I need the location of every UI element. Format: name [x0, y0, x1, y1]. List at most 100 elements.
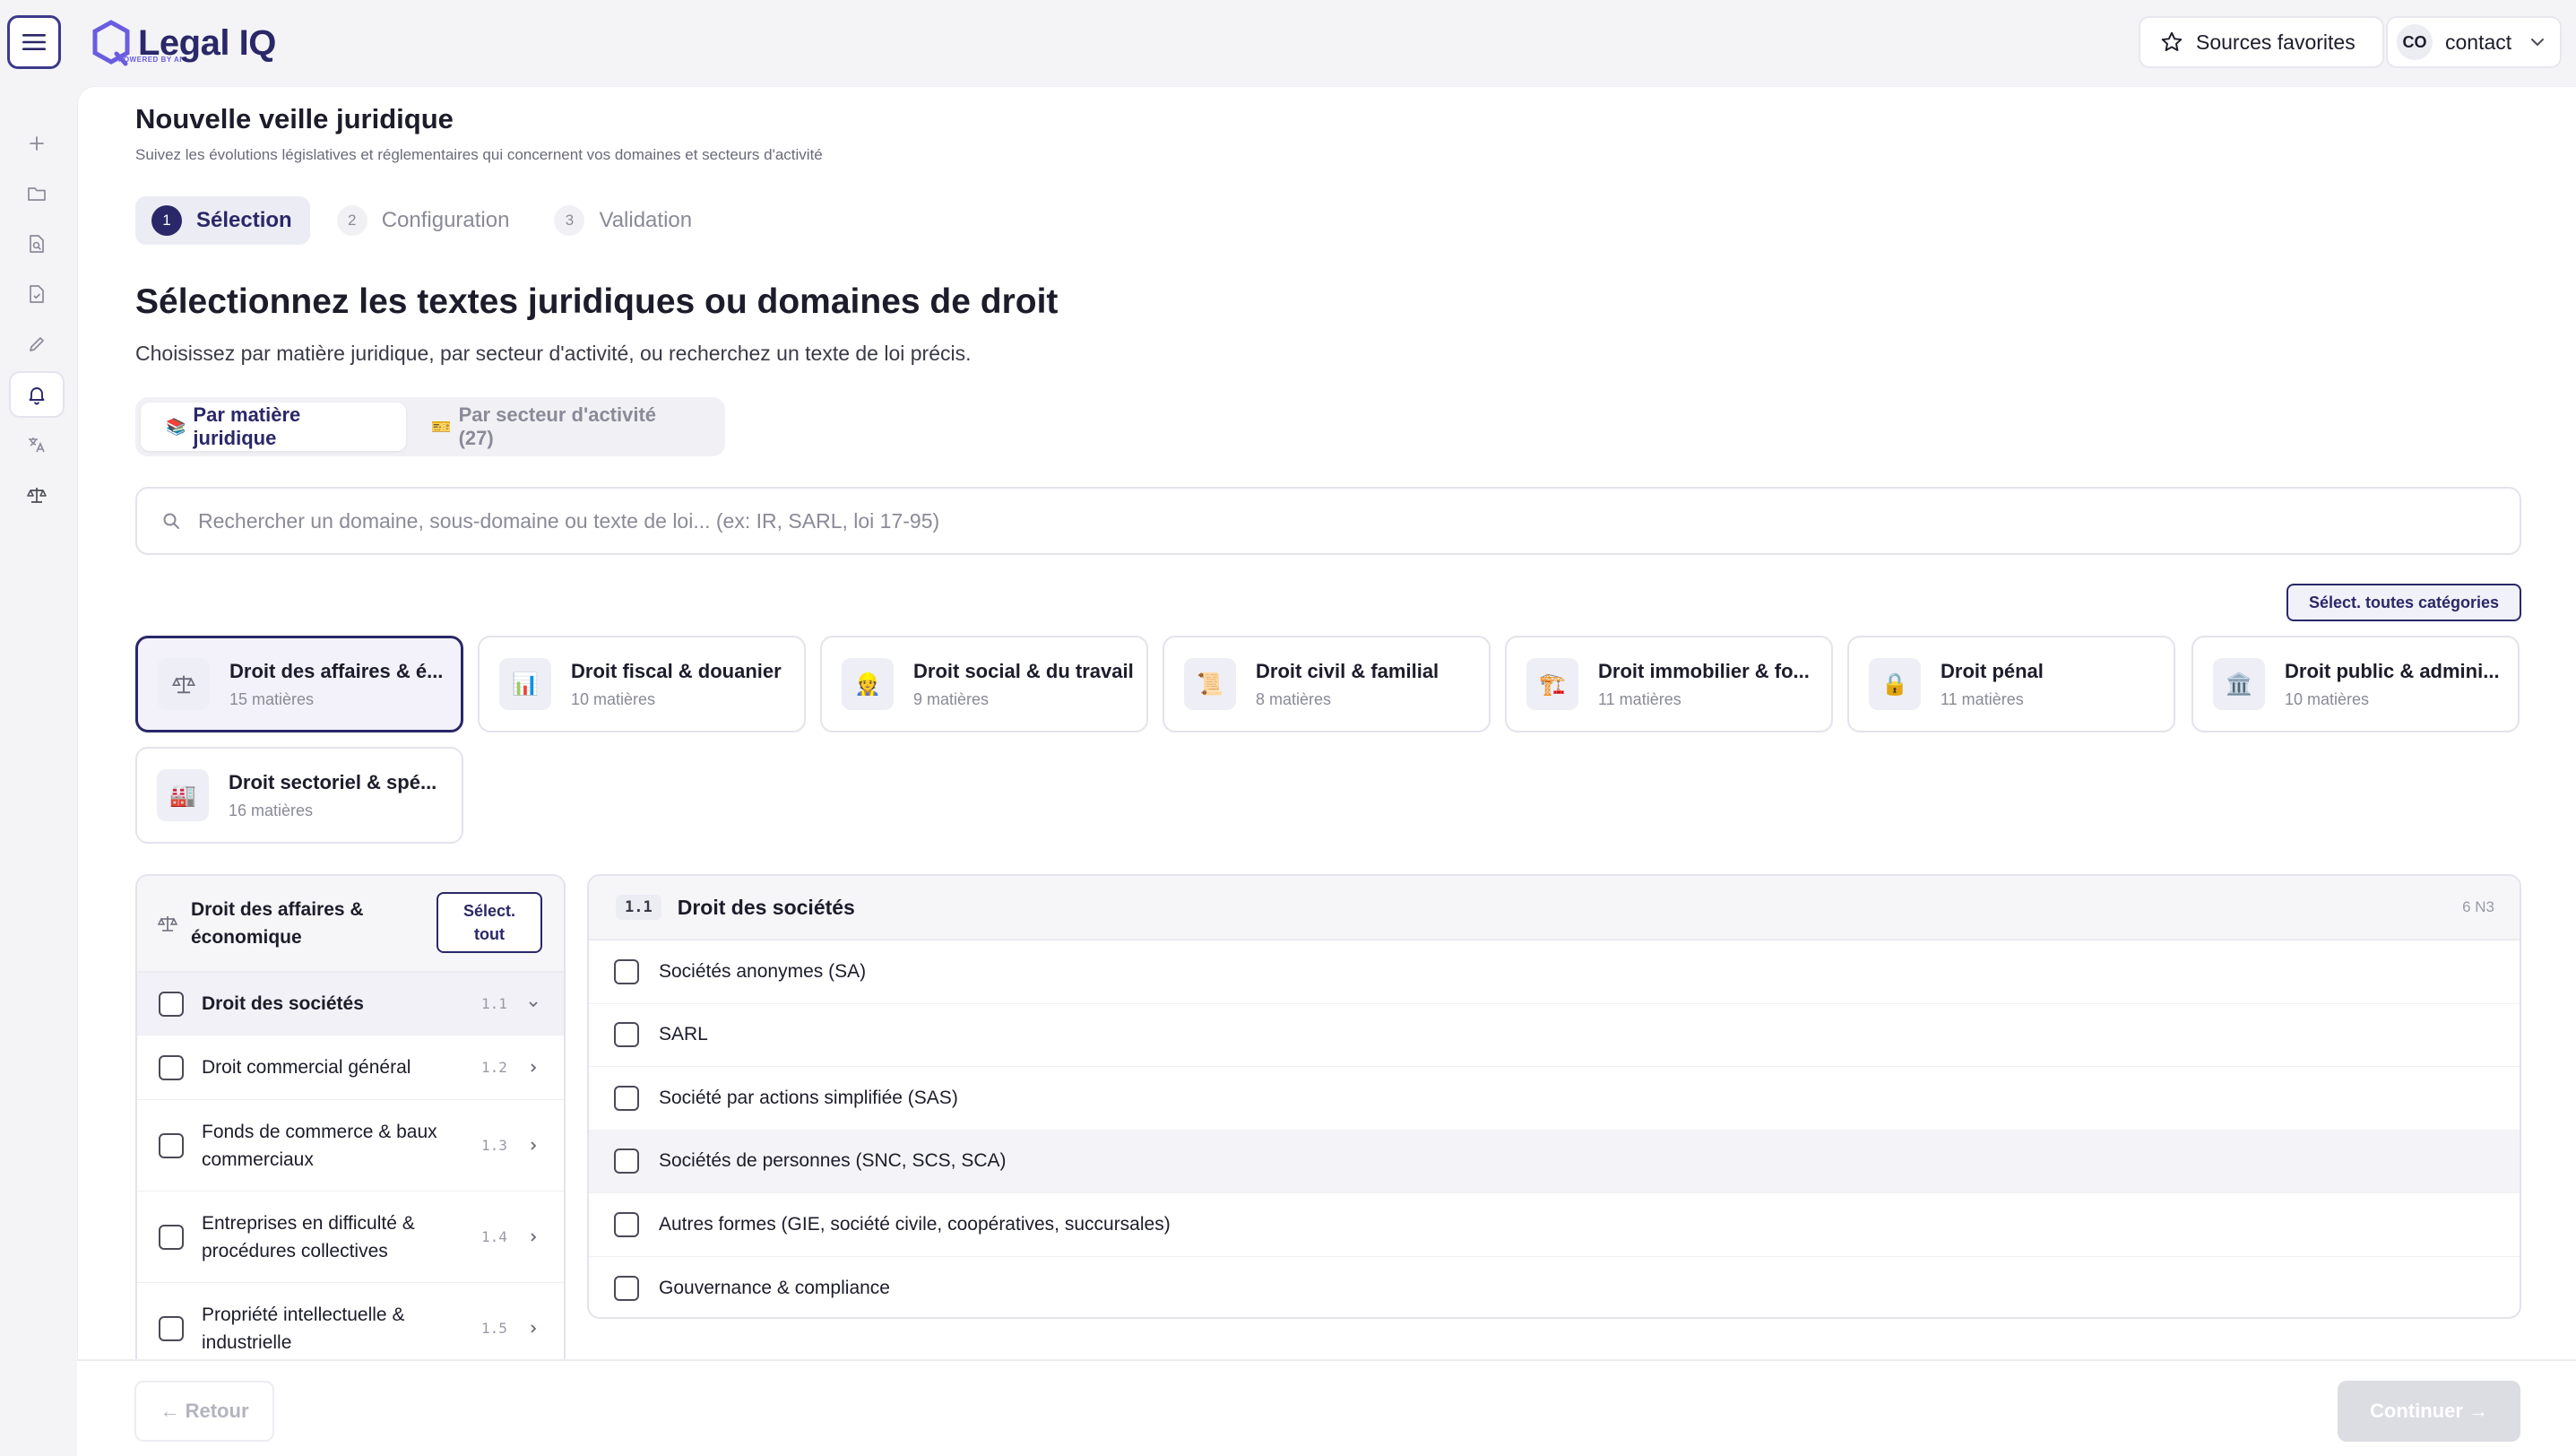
- category-count: 8 matières: [1256, 689, 1332, 708]
- sidebar-item-translate[interactable]: [9, 421, 65, 468]
- category-card-penal[interactable]: 🔒 Droit pénal 11 matières: [1847, 636, 2175, 732]
- topic-code: 1.1: [616, 895, 661, 920]
- favorites-button[interactable]: Sources favorites: [2139, 16, 2384, 68]
- checkbox[interactable]: [159, 991, 184, 1017]
- checkbox[interactable]: [614, 1022, 639, 1048]
- list-item[interactable]: Fonds de commerce & baux commerciaux 1.3: [137, 1100, 564, 1192]
- category-card-sectoriel[interactable]: 🏭 Droit sectoriel & spé... 16 matières: [135, 747, 463, 844]
- chevron-down-icon: [2531, 39, 2545, 47]
- step-number: 2: [336, 205, 367, 236]
- footer-bar: ← Retour Continuer →: [77, 1359, 2576, 1456]
- category-name: Droit social & du travail: [913, 659, 1134, 682]
- category-card-immobilier[interactable]: 🏗️ Droit immobilier & fo... 11 matières: [1505, 636, 1833, 732]
- step-configuration[interactable]: 2 Configuration: [321, 196, 528, 245]
- checkbox[interactable]: [614, 1275, 639, 1301]
- subdomain-list-header: Droit des affaires & économique Sélect. …: [137, 876, 564, 973]
- category-card-fiscal[interactable]: 📊 Droit fiscal & douanier 10 matières: [478, 636, 806, 732]
- books-icon: 📚: [166, 417, 186, 436]
- topic-title: Droit des sociétés: [677, 895, 855, 919]
- file-check-icon: [30, 285, 44, 303]
- tab-by-sector[interactable]: 🎫 Par secteur d'activité (27): [406, 403, 720, 451]
- list-item-label: Fonds de commerce & baux commerciaux: [202, 1121, 437, 1170]
- section-title: Sélectionnez les textes juridiques ou do…: [135, 282, 1059, 321]
- list-item-label: Propriété intellectuelle & industrielle: [202, 1304, 405, 1353]
- file-search-icon: [30, 235, 44, 253]
- sidebar-item-edit[interactable]: [9, 321, 65, 368]
- bell-icon: [29, 387, 45, 405]
- list-item[interactable]: Sociétés de personnes (SNC, SCS, SCA): [589, 1130, 2520, 1193]
- step-number: 1: [151, 205, 182, 236]
- top-bar: Legal IQ POWERED BY AI Sources favorites…: [0, 0, 2576, 86]
- select-all-categories-button[interactable]: Sélect. toutes catégories: [2286, 584, 2521, 621]
- category-card-public[interactable]: 🏛️ Droit public & admini... 10 matières: [2191, 636, 2520, 732]
- checkbox[interactable]: [614, 1211, 639, 1237]
- list-item[interactable]: Entreprises en difficulté & procédures c…: [137, 1192, 564, 1283]
- list-item-code: 1.1: [481, 995, 507, 1012]
- category-count: 15 matières: [229, 689, 315, 708]
- scale-icon: [27, 488, 47, 503]
- step-number: 3: [554, 205, 585, 236]
- category-card-affaires[interactable]: Droit des affaires & é... 15 matières: [135, 636, 463, 732]
- pen-icon: [30, 337, 44, 351]
- checkbox[interactable]: [159, 1224, 184, 1250]
- checkbox[interactable]: [159, 1054, 184, 1080]
- sidebar-item-legal[interactable]: [9, 472, 65, 518]
- category-name: Droit fiscal & douanier: [571, 659, 782, 682]
- select-all-button[interactable]: Sélect. tout: [437, 892, 542, 953]
- checkbox[interactable]: [159, 1132, 184, 1158]
- factory-icon: 🏭: [157, 769, 209, 821]
- menu-button[interactable]: [7, 15, 61, 69]
- sidebar-item-alerts[interactable]: [9, 371, 65, 418]
- scale-icon: [158, 658, 210, 710]
- list-item[interactable]: Autres formes (GIE, société civile, coop…: [589, 1193, 2520, 1257]
- tab-label: Par secteur d'activité (27): [458, 403, 657, 449]
- list-item-label: Société par actions simplifiée (SAS): [659, 1087, 958, 1108]
- list-item-code: 1.3: [481, 1137, 507, 1154]
- category-count: 10 matières: [571, 689, 656, 708]
- checkbox[interactable]: [614, 958, 639, 984]
- continue-button[interactable]: Continuer →: [2338, 1381, 2520, 1442]
- chevron-right-icon: [531, 1232, 537, 1242]
- topic-list: 1.1 Droit des sociétés 6 N3 Sociétés ano…: [587, 874, 2521, 1319]
- checkbox[interactable]: [614, 1085, 639, 1111]
- list-item[interactable]: Droit commercial général 1.2: [137, 1036, 564, 1100]
- sidebar-item-validated-docs[interactable]: [9, 271, 65, 317]
- list-item[interactable]: SARL: [589, 1004, 2520, 1067]
- tab-by-legal-matter[interactable]: 📚 Par matière juridique: [141, 403, 407, 451]
- category-name: Droit pénal: [1941, 659, 2044, 682]
- list-item-code: 1.5: [481, 1320, 507, 1337]
- back-button[interactable]: ← Retour: [134, 1381, 274, 1442]
- logo-subtitle: POWERED BY AI: [118, 56, 182, 64]
- avatar: CO: [2397, 24, 2433, 60]
- chart-icon: 📊: [499, 658, 551, 710]
- search-input[interactable]: Rechercher un domaine, sous-domaine ou t…: [135, 487, 2521, 555]
- sidebar-item-folders[interactable]: [9, 170, 65, 217]
- user-menu-button[interactable]: CO contact: [2386, 16, 2562, 68]
- list-item-label: Autres formes (GIE, société civile, coop…: [659, 1213, 1171, 1235]
- folder-icon: [28, 187, 46, 201]
- list-item-label: Droit des sociétés: [202, 993, 364, 1014]
- page-title: Nouvelle veille juridique: [135, 103, 454, 134]
- chevron-right-icon: [531, 1062, 537, 1072]
- sidebar-item-search-docs[interactable]: [9, 221, 65, 267]
- translate-icon: [29, 438, 45, 453]
- section-subtitle: Choisissez par matière juridique, par se…: [135, 342, 972, 365]
- sidebar: [0, 86, 77, 1456]
- list-item[interactable]: Société par actions simplifiée (SAS): [589, 1067, 2520, 1131]
- plus-icon: [30, 136, 44, 151]
- step-validation[interactable]: 3 Validation: [538, 196, 710, 245]
- star-icon: [2161, 31, 2183, 51]
- list-item-code: 1.2: [481, 1059, 507, 1076]
- list-item[interactable]: Droit des sociétés 1.1: [137, 973, 564, 1036]
- list-item-label: SARL: [659, 1024, 708, 1045]
- checkbox[interactable]: [614, 1148, 639, 1174]
- search-icon: [163, 513, 179, 529]
- list-item-label: Droit commercial général: [202, 1057, 411, 1078]
- sidebar-item-new[interactable]: [9, 120, 65, 167]
- category-card-civil[interactable]: 📜 Droit civil & familial 8 matières: [1163, 636, 1491, 732]
- checkbox[interactable]: [159, 1315, 184, 1341]
- list-item[interactable]: Gouvernance & compliance: [589, 1257, 2520, 1318]
- category-card-social[interactable]: 👷 Droit social & du travail 9 matières: [820, 636, 1148, 732]
- list-item[interactable]: Sociétés anonymes (SA): [589, 940, 2520, 1004]
- step-selection[interactable]: 1 Sélection: [135, 196, 310, 245]
